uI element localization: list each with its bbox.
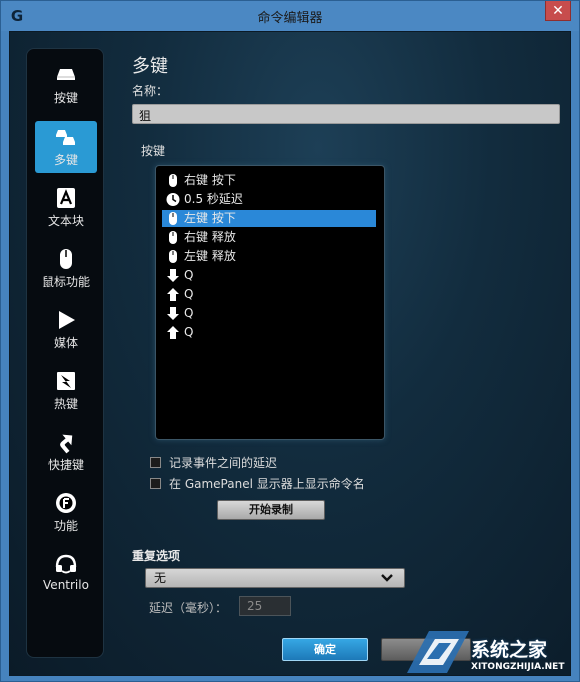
name-field[interactable]: 狙 (132, 104, 560, 124)
arrow-up-icon (167, 288, 179, 301)
headset-icon (55, 554, 77, 574)
sidebar-item-hotkey[interactable]: 热键 (35, 365, 97, 417)
list-item-text: 右键 释放 (184, 230, 236, 244)
sidebar-item-multikey[interactable]: 多键 (35, 121, 97, 173)
text-block-icon (57, 188, 75, 208)
record-delays-label: 记录事件之间的延迟 (169, 456, 278, 470)
command-type-sidebar: 按键 多键 文本块 鼠标功能 媒体 热键 快捷键 功能 Ventrilo (26, 48, 104, 658)
ok-button[interactable]: 确定 (282, 638, 368, 661)
list-item[interactable]: 右键 释放 (162, 229, 376, 246)
window-title: 命令编辑器 (257, 11, 323, 26)
show-name-checkbox[interactable] (150, 478, 161, 489)
mouse-icon (60, 249, 72, 269)
sidebar-item-label: 功能 (53, 519, 78, 533)
watermark-url: XITONGZHIJIA.NET (471, 662, 565, 672)
show-name-option[interactable]: 在 GamePanel 显示器上显示命令名 (150, 475, 365, 492)
command-editor-window: G 命令编辑器 ✕ 按键 多键 文本块 鼠标功能 媒体 热键 快捷键 功能 Ve… (0, 0, 580, 682)
sidebar-item-label: 快捷键 (47, 458, 84, 472)
list-item-text: 右键 按下 (184, 173, 236, 187)
repeat-options-select[interactable]: 无 (145, 568, 405, 588)
mouse-icon (169, 212, 177, 225)
mouse-icon (169, 250, 177, 263)
list-item[interactable]: Q (162, 324, 376, 341)
watermark-text: 系统之家 (471, 639, 548, 661)
delay-field[interactable]: 25 (239, 596, 291, 616)
page-title: 多键 (132, 56, 168, 77)
name-label: 名称： (132, 84, 169, 98)
sidebar-item-text-block[interactable]: 文本块 (35, 182, 97, 234)
key-icon (57, 69, 75, 80)
repeat-options-value: 无 (154, 571, 167, 585)
list-item[interactable]: 右键 按下 (162, 172, 376, 189)
list-item-text: Q (184, 325, 194, 339)
function-icon (56, 493, 76, 513)
list-item-text: 左键 释放 (184, 249, 236, 263)
hotkey-icon (57, 372, 75, 390)
sidebar-item-media[interactable]: 媒体 (35, 304, 97, 356)
multikey-icon (56, 130, 75, 145)
list-item[interactable]: 0.5 秒延迟 (162, 191, 376, 208)
keys-label: 按键 (141, 144, 166, 158)
sidebar-item-label: 文本块 (47, 214, 84, 228)
mouse-icon (169, 174, 177, 187)
list-item[interactable]: Q (162, 305, 376, 322)
list-item-text: Q (184, 306, 194, 320)
arrow-up-icon (167, 326, 179, 339)
shortcut-arrow-icon (60, 434, 73, 454)
list-item[interactable]: 左键 释放 (162, 248, 376, 265)
title-bar[interactable]: G 命令编辑器 ✕ (1, 1, 579, 31)
list-item-text: 左键 按下 (184, 211, 236, 225)
keystroke-list[interactable]: 右键 按下 0.5 秒延迟 左键 按下 右键 释放 左键 释放 Q Q Q Q (155, 165, 385, 440)
chevron-down-icon (381, 574, 393, 582)
sidebar-item-label: 媒体 (53, 336, 78, 350)
sidebar-item-label: 多键 (53, 153, 78, 167)
close-button[interactable]: ✕ (545, 1, 571, 21)
sidebar-item-keystroke[interactable]: 按键 (35, 59, 97, 111)
list-item-text: Q (184, 268, 194, 282)
list-item-text: 0.5 秒延迟 (184, 192, 243, 206)
list-item-text: Q (184, 287, 194, 301)
sidebar-item-label: Ventrilo (43, 578, 89, 592)
list-item[interactable]: Q (162, 286, 376, 303)
list-item-selected[interactable]: 左键 按下 (162, 210, 376, 227)
sidebar-item-shortcut[interactable]: 快捷键 (35, 426, 97, 478)
sidebar-item-mouse-function[interactable]: 鼠标功能 (35, 243, 97, 295)
list-item[interactable]: Q (162, 267, 376, 284)
arrow-down-icon (167, 269, 179, 282)
start-recording-button[interactable]: 开始录制 (217, 500, 325, 520)
mouse-icon (169, 231, 177, 244)
record-delays-option[interactable]: 记录事件之间的延迟 (150, 454, 277, 471)
arrow-down-icon (167, 307, 179, 320)
show-name-label: 在 GamePanel 显示器上显示命令名 (169, 477, 365, 491)
delay-label: 延迟（毫秒）： (149, 601, 228, 615)
sidebar-item-ventrilo[interactable]: Ventrilo (35, 548, 97, 600)
record-delays-checkbox[interactable] (150, 457, 161, 468)
repeat-options-label: 重复选项 (132, 549, 181, 563)
sidebar-item-function[interactable]: 功能 (35, 487, 97, 539)
sidebar-item-label: 鼠标功能 (41, 275, 90, 289)
play-icon (59, 311, 75, 329)
clock-icon (166, 193, 180, 206)
sidebar-item-label: 按键 (53, 91, 78, 105)
editor-client-area: 按键 多键 文本块 鼠标功能 媒体 热键 快捷键 功能 Ventrilo 多键 … (9, 31, 571, 676)
sidebar-item-label: 热键 (53, 397, 78, 411)
